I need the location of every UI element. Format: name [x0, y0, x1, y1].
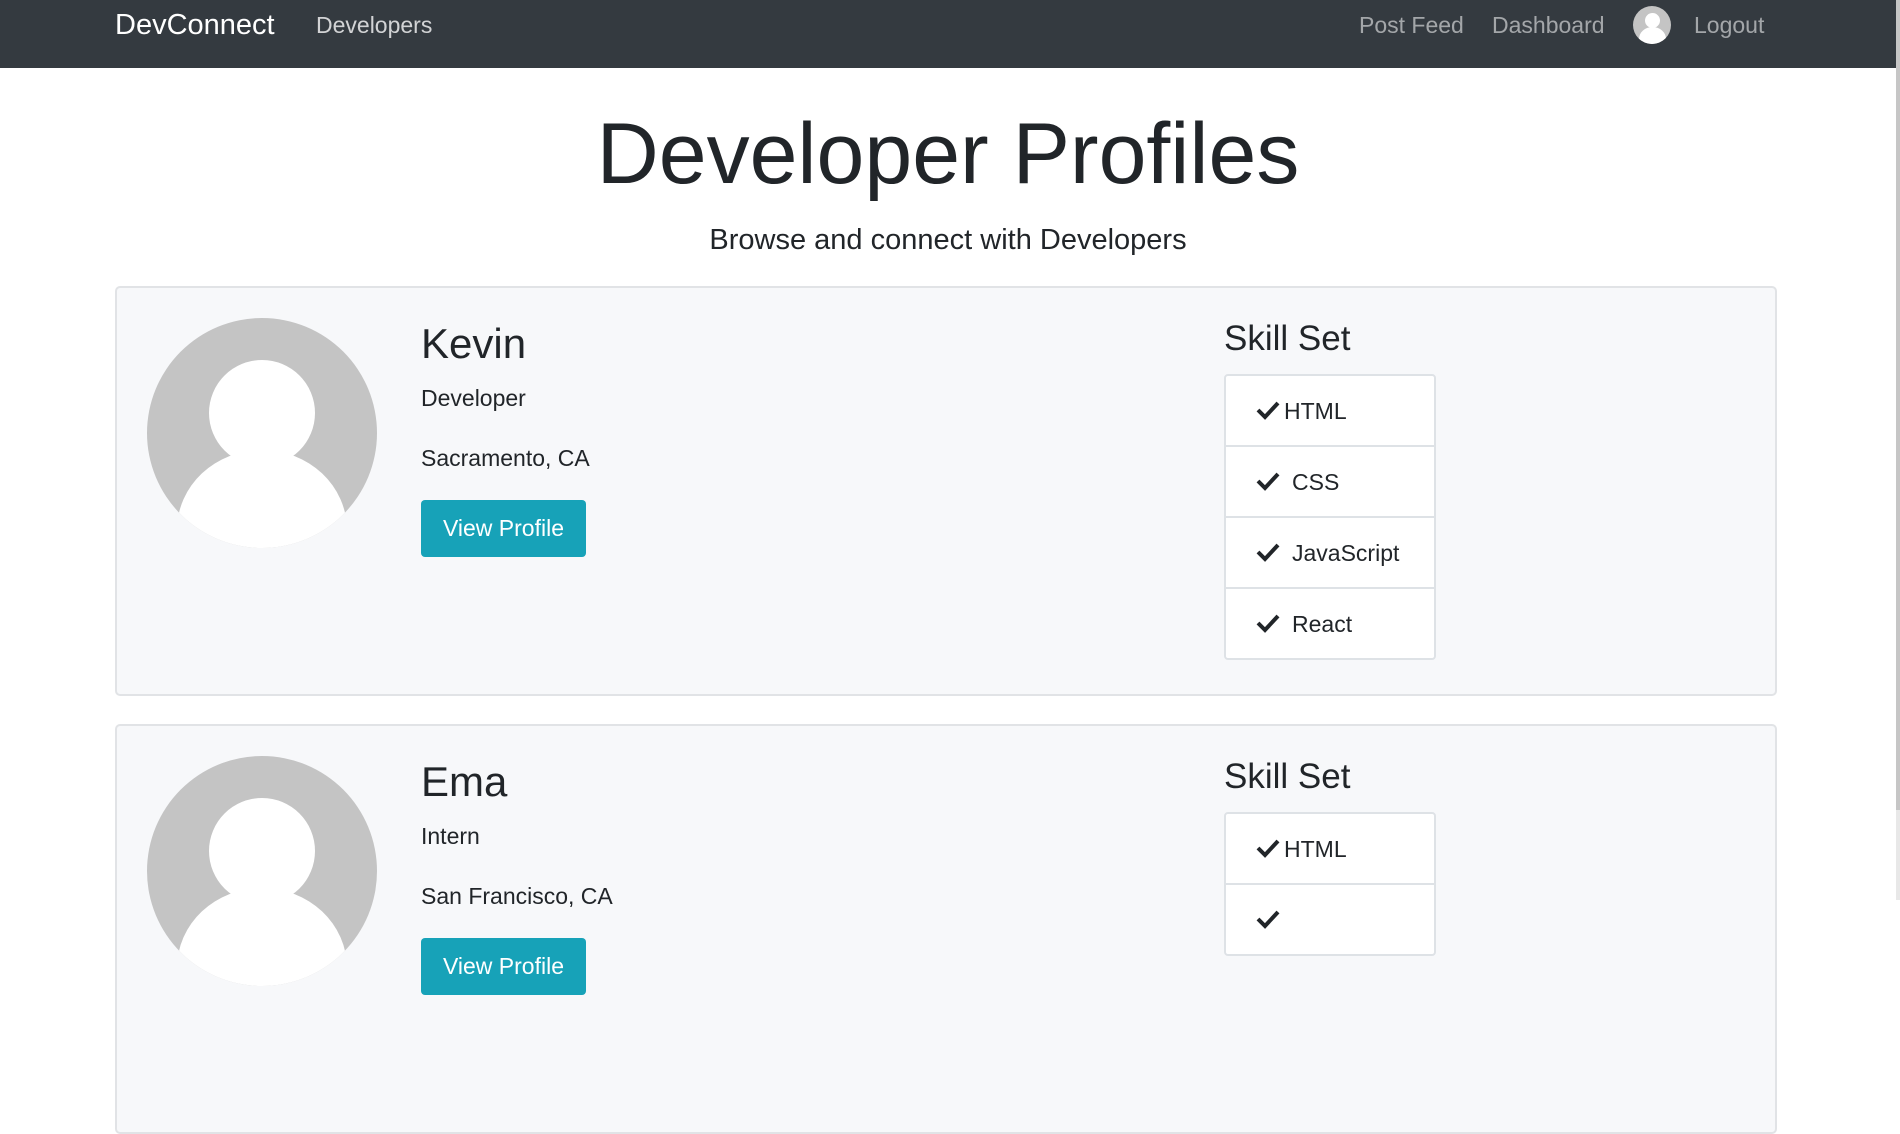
page-scrollbar[interactable]	[1896, 0, 1900, 900]
check-icon	[1256, 543, 1280, 562]
nav-link-logout[interactable]: Logout	[1694, 10, 1764, 40]
skill-item: JavaScript	[1224, 516, 1436, 589]
skill-label: HTML	[1284, 836, 1347, 862]
profile-avatar-icon	[147, 318, 377, 548]
view-profile-button[interactable]: View Profile	[421, 500, 586, 557]
page-title: Developer Profiles	[596, 106, 1300, 202]
check-icon	[1256, 472, 1280, 491]
avatar-body-shape	[1639, 27, 1666, 44]
nav-link-developers[interactable]: Developers	[316, 10, 432, 40]
skill-item: HTML	[1224, 374, 1436, 447]
skill-item: CSS	[1224, 445, 1436, 518]
skill-set-heading: Skill Set	[1224, 757, 1351, 796]
user-avatar-icon[interactable]	[1633, 6, 1671, 44]
profile-card: Kevin Developer Sacramento, CA View Prof…	[115, 286, 1777, 696]
skill-label: CSS	[1292, 469, 1340, 495]
profile-name: Kevin	[421, 320, 527, 367]
profile-location: San Francisco, CA	[421, 883, 613, 909]
profile-card: Ema Intern San Francisco, CA View Profil…	[115, 724, 1777, 1134]
nav-link-post-feed[interactable]: Post Feed	[1359, 10, 1464, 40]
page-subtitle: Browse and connect with Developers	[709, 224, 1187, 256]
view-profile-button[interactable]: View Profile	[421, 938, 586, 995]
skill-set-heading: Skill Set	[1224, 319, 1351, 358]
skill-item: HTML	[1224, 812, 1436, 885]
skill-label: JavaScript	[1292, 540, 1400, 566]
avatar-body-shape	[177, 450, 347, 548]
check-icon	[1256, 401, 1280, 420]
avatar-head-shape	[1645, 13, 1660, 28]
skill-label: React	[1292, 611, 1353, 637]
skill-list: HTML CSS JavaScript React	[1224, 374, 1436, 660]
profile-name: Ema	[421, 758, 508, 805]
profile-avatar-icon	[147, 756, 377, 986]
brand-link[interactable]: DevConnect	[115, 8, 275, 42]
profile-status: Developer	[421, 385, 526, 411]
skill-item: React	[1224, 587, 1436, 660]
check-icon	[1256, 614, 1280, 633]
check-icon	[1256, 910, 1280, 929]
skill-item	[1224, 883, 1436, 956]
skill-label: HTML	[1284, 398, 1347, 424]
check-icon	[1256, 839, 1280, 858]
navbar: DevConnect Developers Post Feed Dashboar…	[0, 0, 1900, 68]
skill-list: HTML	[1224, 812, 1436, 956]
profile-status: Intern	[421, 823, 480, 849]
profile-location: Sacramento, CA	[421, 445, 590, 471]
avatar-body-shape	[177, 888, 347, 986]
scrollbar-thumb[interactable]	[1896, 0, 1900, 810]
nav-link-dashboard[interactable]: Dashboard	[1492, 10, 1605, 40]
